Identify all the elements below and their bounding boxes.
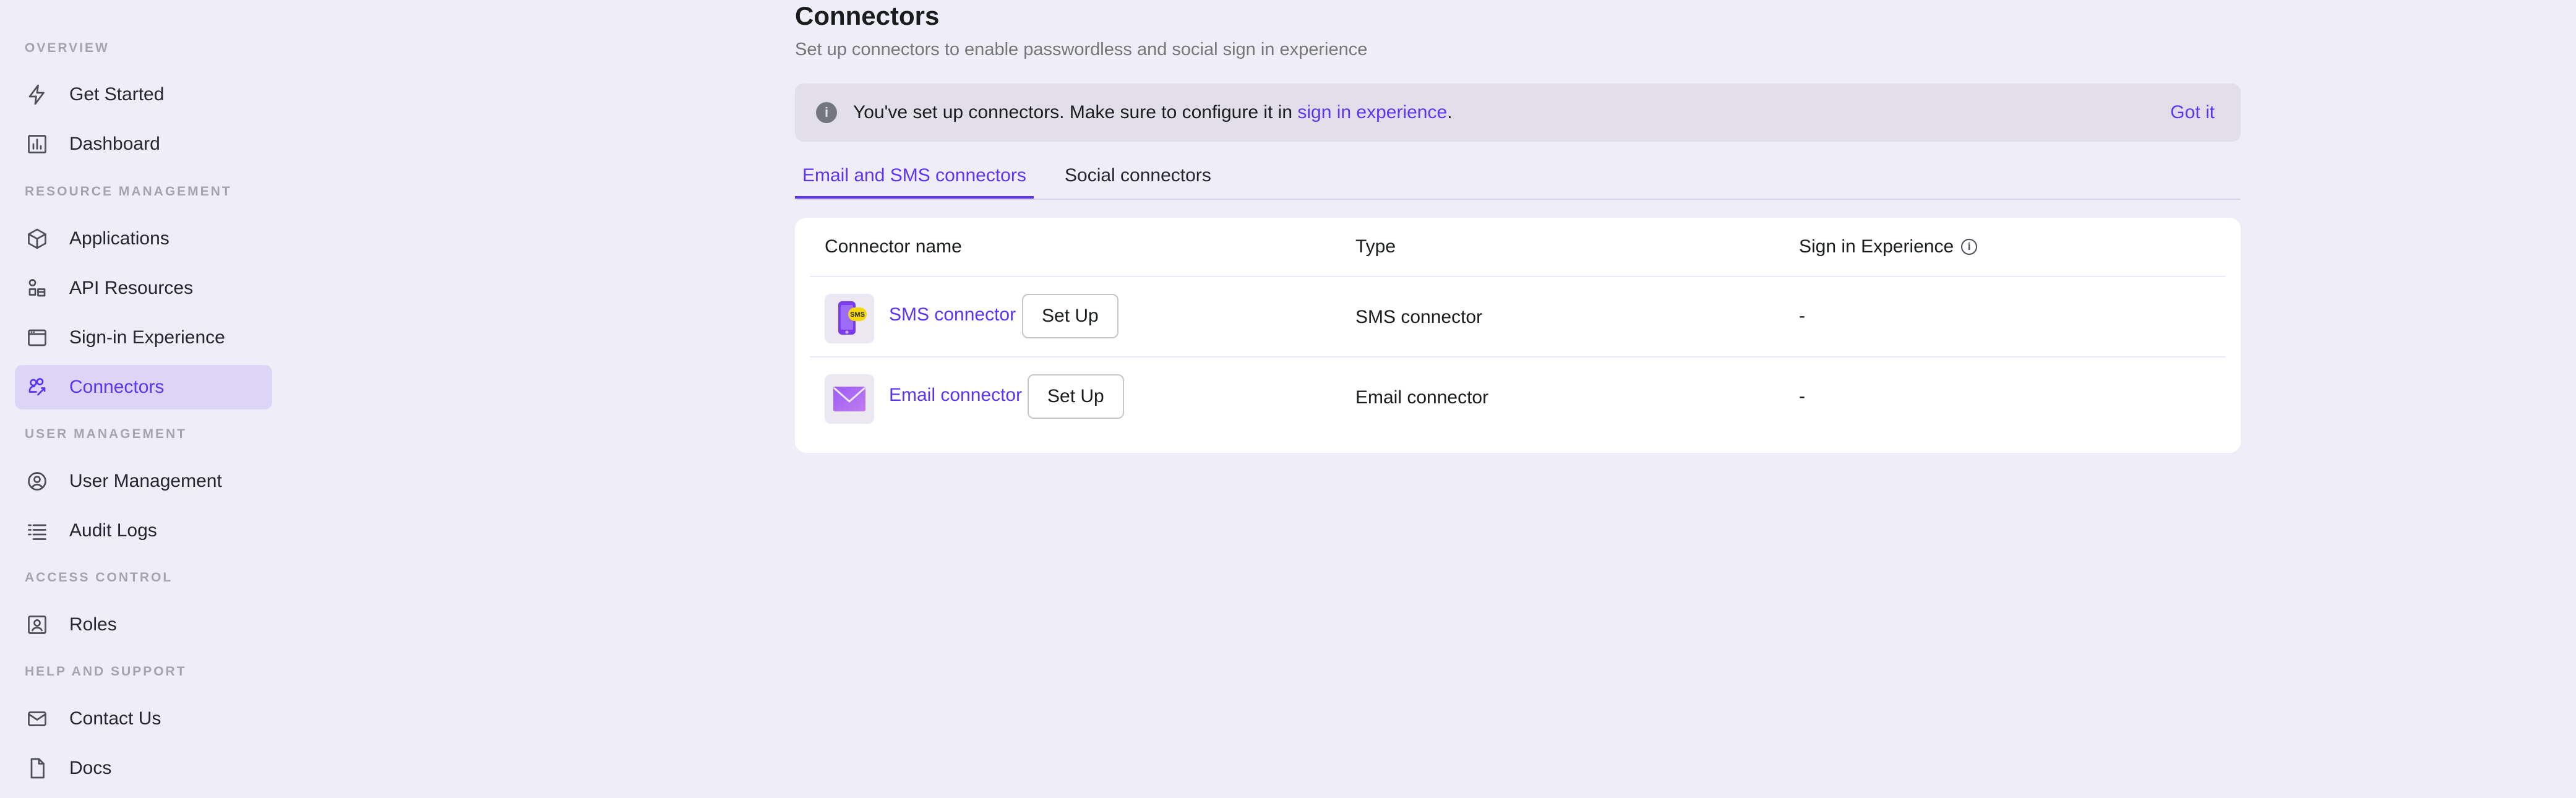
chart-icon <box>25 132 49 157</box>
connector-name-link[interactable]: Email connector <box>889 385 1022 406</box>
table-row: Email connector Set Up Email connector - <box>795 358 2241 437</box>
column-header-connector-name: Connector name <box>825 236 962 257</box>
sidebar-item-label: Docs <box>69 758 112 778</box>
sidebar-item-label: API Resources <box>69 278 194 298</box>
mail-icon <box>25 706 49 731</box>
sidebar-item-audit-logs[interactable]: Audit Logs <box>15 508 272 553</box>
notice-text: You've set up connectors. Make sure to c… <box>853 102 1453 123</box>
tab-social-connectors[interactable]: Social connectors <box>1065 161 1211 197</box>
sidebar-item-label: Roles <box>69 614 117 635</box>
sidebar-item-api-resources[interactable]: API Resources <box>15 266 272 311</box>
column-header-sign-in-experience-label: Sign in Experience <box>1799 236 1954 257</box>
sidebar-item-dashboard[interactable]: Dashboard <box>15 122 272 166</box>
set-up-button[interactable]: Set Up <box>1022 294 1118 338</box>
sign-in-experience-link[interactable]: sign in experience <box>1297 102 1447 122</box>
sidebar-item-get-started[interactable]: Get Started <box>15 72 272 117</box>
browser-window-icon <box>25 325 49 350</box>
email-logo-icon <box>825 374 874 424</box>
set-up-button[interactable]: Set Up <box>1028 374 1124 419</box>
sidebar-item-sign-in-experience[interactable]: Sign-in Experience <box>15 315 272 360</box>
svg-text:SMS: SMS <box>850 311 865 319</box>
connectors-notice: i You've set up connectors. Make sure to… <box>795 84 2241 142</box>
sign-in-experience-value: - <box>1799 306 1805 326</box>
sidebar-item-label: Audit Logs <box>69 520 157 541</box>
lightning-icon <box>25 82 49 107</box>
info-icon: i <box>816 102 837 123</box>
connector-type: SMS connector <box>1355 307 1483 327</box>
column-header-sign-in-experience: Sign in Experience i <box>1799 236 1978 257</box>
sidebar-item-applications[interactable]: Applications <box>15 217 272 261</box>
sidebar-item-user-management[interactable]: User Management <box>15 459 272 504</box>
section-title-resource-management: RESOURCE MANAGEMENT <box>25 184 232 199</box>
api-resources-icon <box>25 276 49 301</box>
sidebar-item-label: Connectors <box>69 377 165 397</box>
sign-in-experience-value: - <box>1799 386 1805 406</box>
connectors-icon <box>25 375 49 400</box>
document-icon <box>25 756 49 781</box>
role-badge-icon <box>25 612 49 637</box>
column-header-type: Type <box>1355 236 1396 257</box>
section-title-overview: OVERVIEW <box>25 41 109 55</box>
page-title: Connectors <box>795 1 940 30</box>
sidebar-item-label: Applications <box>69 228 170 249</box>
connector-type: Email connector <box>1355 387 1489 408</box>
table-row: SMS SMS connector Set Up SMS connector - <box>795 277 2241 356</box>
sidebar-item-label: Contact Us <box>69 708 161 729</box>
sidebar: OVERVIEW Get Started Dashboard RESOURCE … <box>0 0 285 798</box>
sidebar-item-label: Sign-in Experience <box>69 327 225 348</box>
cube-icon <box>25 226 49 251</box>
sidebar-item-contact-us[interactable]: Contact Us <box>15 697 272 741</box>
section-title-help-and-support: HELP AND SUPPORT <box>25 664 187 679</box>
connector-name-link[interactable]: SMS connector <box>889 304 1016 325</box>
sidebar-item-label: Get Started <box>69 84 165 105</box>
connectors-table: Connector name Type Sign in Experience i… <box>795 218 2241 453</box>
sidebar-item-docs[interactable]: Docs <box>15 746 272 791</box>
sidebar-item-label: User Management <box>69 471 222 491</box>
page-subtitle: Set up connectors to enable passwordless… <box>795 40 1368 59</box>
sidebar-item-connectors[interactable]: Connectors <box>15 365 272 410</box>
tab-email-and-sms-connectors[interactable]: Email and SMS connectors <box>795 161 1034 199</box>
list-icon <box>25 518 49 543</box>
sidebar-item-label: Dashboard <box>69 134 160 154</box>
connector-tabs: Email and SMS connectors Social connecto… <box>795 161 2241 200</box>
section-title-access-control: ACCESS CONTROL <box>25 570 173 585</box>
info-icon[interactable]: i <box>1961 239 1978 255</box>
notice-text-after: . <box>1447 102 1453 122</box>
notice-text-before: You've set up connectors. Make sure to c… <box>853 102 1298 122</box>
section-title-user-management: USER MANAGEMENT <box>25 427 187 441</box>
user-circle-icon <box>25 469 49 494</box>
sms-logo-icon: SMS <box>825 294 874 343</box>
sidebar-item-roles[interactable]: Roles <box>15 603 272 647</box>
got-it-button[interactable]: Got it <box>2170 102 2215 123</box>
